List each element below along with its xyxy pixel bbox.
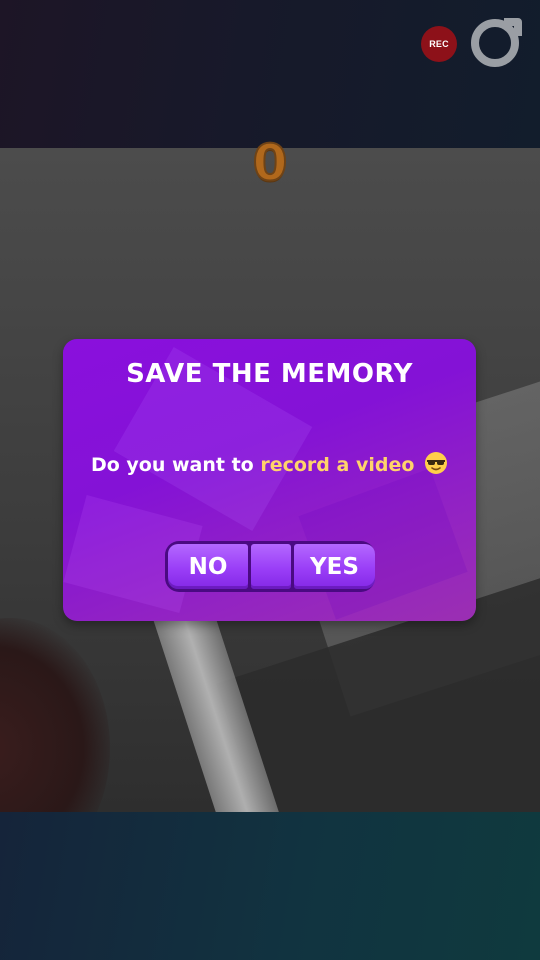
score-counter: 0	[252, 133, 289, 193]
dialog-message-prefix: Do you want to	[90, 454, 254, 476]
ring-icon[interactable]	[468, 16, 522, 70]
dialog-title: SAVE THE MEMORY	[126, 359, 413, 389]
sunglasses-emoji-icon	[424, 451, 448, 475]
no-button[interactable]: NO	[168, 544, 248, 589]
save-memory-dialog: SAVE THE MEMORY Do you want to record a …	[63, 339, 476, 621]
button-divider-segment	[251, 544, 291, 589]
camera-subject-hair	[0, 618, 110, 812]
yes-button[interactable]: YES	[294, 544, 375, 589]
ring-icon-graphic	[471, 18, 522, 67]
bottom-bar	[0, 812, 540, 960]
top-bar	[0, 0, 540, 148]
record-button[interactable]: REC	[421, 26, 457, 62]
dialog-message: Do you want to record a video	[63, 451, 476, 476]
dialog-button-group: NO YES	[165, 541, 375, 592]
dialog-message-highlight: record a video	[260, 454, 415, 476]
record-button-label: REC	[429, 39, 449, 49]
